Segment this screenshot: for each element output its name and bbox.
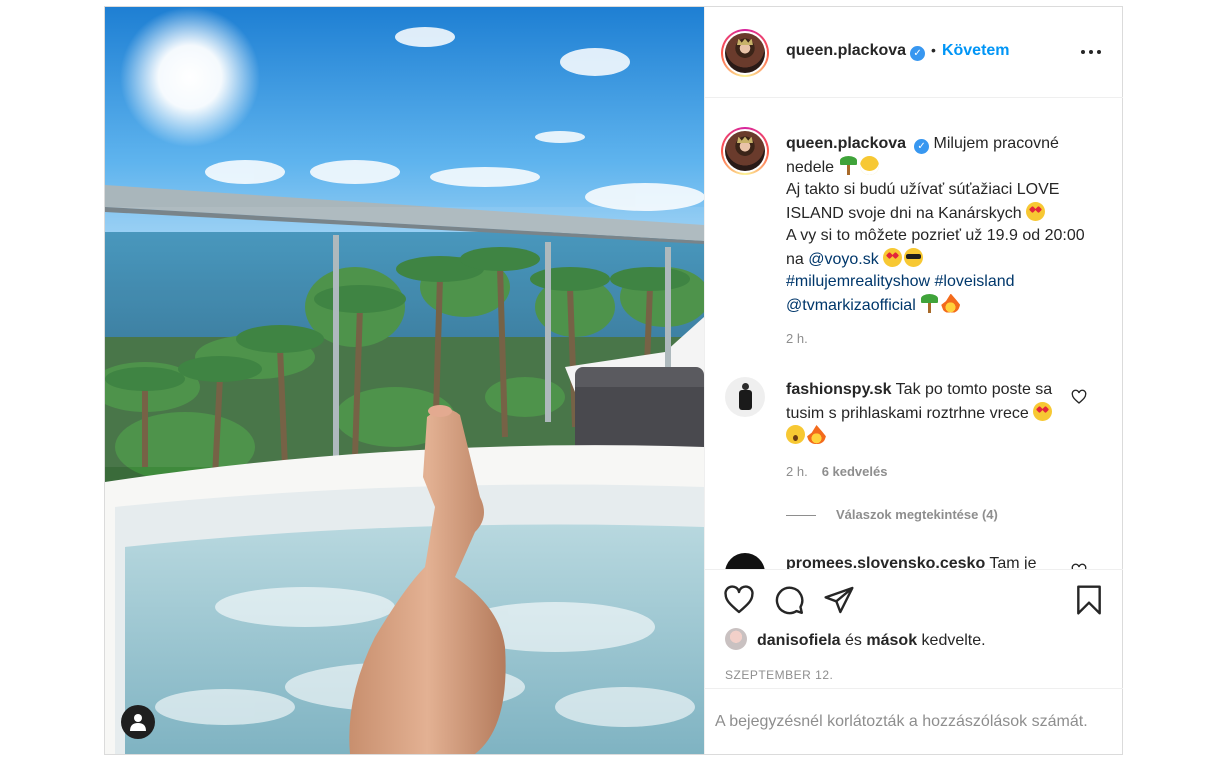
comment-meta: 2 h. 6 kedvelés [786, 464, 887, 479]
grin-sweat-icon [859, 155, 879, 175]
photo-illustration [105, 7, 704, 754]
instagram-post: queen.plackova ✓ • Követem queen.plackova ✓ … [104, 6, 1123, 755]
astonished-icon [786, 425, 805, 444]
view-replies-label: Válaszok megtekintése (4) [836, 507, 998, 522]
liker-avatar[interactable] [725, 628, 747, 650]
fire-icon [941, 293, 961, 313]
likes-others[interactable]: mások [866, 632, 917, 649]
bookmark-icon[interactable] [1073, 584, 1105, 616]
comment-username[interactable]: fashionspy.sk [786, 381, 892, 398]
caption-username[interactable]: queen.plackova [786, 135, 906, 152]
following-button[interactable]: Követem [942, 42, 1010, 59]
caption-avatar[interactable] [721, 127, 769, 175]
verified-badge-icon: ✓ [910, 46, 926, 61]
user-tag-icon [130, 714, 146, 731]
comment-icon[interactable] [773, 584, 805, 616]
comment-likes[interactable]: 6 kedvelés [822, 464, 888, 479]
post-caption: queen.plackova ✓ Milujem pracovné nedele … [786, 133, 1096, 317]
author-username[interactable]: queen.plackova [786, 42, 906, 59]
hashtags-link[interactable]: #milujemrealityshow #loveisland [786, 273, 1015, 290]
caption-line-2: Aj takto si budú užívať súťažiaci LOVE I… [786, 181, 1060, 222]
post-sidebar: queen.plackova ✓ • Követem queen.plackova ✓ … [704, 7, 1123, 754]
likes-conj: és [845, 632, 862, 649]
verified-badge-icon: ✓ [914, 139, 930, 154]
separator: • [931, 42, 936, 58]
comment-avatar[interactable] [725, 377, 765, 417]
comment-body: fashionspy.sk Tak po tomto poste sa tusi… [786, 379, 1066, 449]
author-avatar[interactable] [721, 29, 769, 77]
palm-tree-icon [839, 155, 858, 175]
header-line: queen.plackova ✓ • Követem [786, 42, 1010, 61]
comments-limited-text: A bejegyzésnél korlátozták a hozzászólás… [715, 713, 1088, 730]
post-photo[interactable] [105, 7, 704, 754]
liker-username[interactable]: danisofiela [757, 632, 841, 649]
heart-eyes-icon [883, 247, 903, 267]
fire-icon [807, 425, 826, 444]
view-replies-button[interactable]: Válaszok megtekintése (4) [786, 507, 998, 522]
comments-limited-notice: A bejegyzésnél korlátozták a hozzászólás… [705, 688, 1123, 755]
comments-area[interactable]: queen.plackova ✓ Milujem pracovné nedele … [705, 99, 1123, 569]
comment-time[interactable]: 2 h. [786, 464, 808, 479]
heart-eyes-icon [1026, 201, 1046, 221]
comment-like-icon[interactable] [1071, 389, 1087, 405]
comment-text: Tam je [989, 555, 1037, 569]
mention-voyo-link[interactable]: @voyo.sk [808, 251, 878, 268]
heart-icon[interactable] [723, 584, 755, 616]
palm-tree-icon [920, 293, 939, 313]
sunglasses-icon [904, 247, 924, 267]
more-options-icon[interactable] [1081, 43, 1105, 61]
post-date[interactable]: SZEPTEMBER 12. [725, 668, 833, 682]
heart-eyes-icon [1033, 401, 1053, 421]
comment-body: promees.slovensko.cesko Tam je [786, 553, 1086, 569]
share-icon[interactable] [823, 584, 855, 616]
comment-username[interactable]: promees.slovensko.cesko [786, 555, 985, 569]
likes-suffix: kedvelte. [921, 632, 986, 649]
likes-summary: danisofiela és mások kedvelte. [725, 628, 986, 650]
comment-avatar[interactable] [725, 553, 765, 569]
post-header: queen.plackova ✓ • Követem [705, 7, 1123, 98]
user-tag-button[interactable] [121, 705, 155, 739]
caption-time[interactable]: 2 h. [786, 331, 808, 346]
post-actions: danisofiela és mások kedvelte. SZEPTEMBE… [705, 569, 1123, 754]
mention-markiza-link[interactable]: @tvmarkizaofficial [786, 297, 916, 314]
